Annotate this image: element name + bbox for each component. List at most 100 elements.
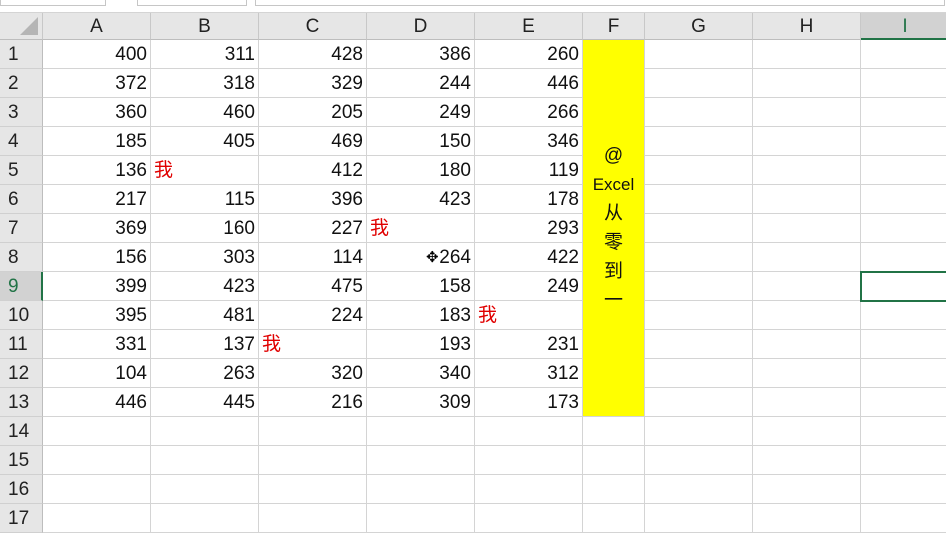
row-header-6[interactable]: 6 xyxy=(0,185,43,214)
cell-D2[interactable]: 244 xyxy=(367,69,475,98)
cell-B2[interactable]: 318 xyxy=(151,69,259,98)
cell-E6[interactable]: 178 xyxy=(475,185,583,214)
cell-D5[interactable]: 180 xyxy=(367,156,475,185)
row-header-15[interactable]: 15 xyxy=(0,446,43,475)
cell-C6[interactable]: 396 xyxy=(259,185,367,214)
cell-A17[interactable] xyxy=(43,504,151,533)
cell-A6[interactable]: 217 xyxy=(43,185,151,214)
cell-F16[interactable] xyxy=(583,475,645,504)
cell-I13[interactable] xyxy=(861,388,946,417)
cell-B14[interactable] xyxy=(151,417,259,446)
row-header-12[interactable]: 12 xyxy=(0,359,43,388)
cell-C3[interactable]: 205 xyxy=(259,98,367,127)
cell-I4[interactable] xyxy=(861,127,946,156)
cell-B8[interactable]: 303 xyxy=(151,243,259,272)
cell-G12[interactable] xyxy=(645,359,753,388)
cell-G3[interactable] xyxy=(645,98,753,127)
cell-H7[interactable] xyxy=(753,214,861,243)
cell-A15[interactable] xyxy=(43,446,151,475)
cell-G10[interactable] xyxy=(645,301,753,330)
row-header-16[interactable]: 16 xyxy=(0,475,43,504)
cell-I3[interactable] xyxy=(861,98,946,127)
cell-I14[interactable] xyxy=(861,417,946,446)
row-header-8[interactable]: 8 xyxy=(0,243,43,272)
cell-C7[interactable]: 227 xyxy=(259,214,367,243)
cell-E9[interactable]: 249 xyxy=(475,272,583,301)
column-header-C[interactable]: C xyxy=(259,13,367,40)
cell-C13[interactable]: 216 xyxy=(259,388,367,417)
cell-E11[interactable]: 231 xyxy=(475,330,583,359)
cell-H17[interactable] xyxy=(753,504,861,533)
cell-B3[interactable]: 460 xyxy=(151,98,259,127)
cell-C14[interactable] xyxy=(259,417,367,446)
cell-B17[interactable] xyxy=(151,504,259,533)
cell-D4[interactable]: 150 xyxy=(367,127,475,156)
cell-G7[interactable] xyxy=(645,214,753,243)
cell-D7[interactable]: 我 xyxy=(367,214,475,243)
cell-D10[interactable]: 183 xyxy=(367,301,475,330)
cell-A12[interactable]: 104 xyxy=(43,359,151,388)
cell-D6[interactable]: 423 xyxy=(367,185,475,214)
cell-A2[interactable]: 372 xyxy=(43,69,151,98)
cell-I11[interactable] xyxy=(861,330,946,359)
cell-I15[interactable] xyxy=(861,446,946,475)
cell-E16[interactable] xyxy=(475,475,583,504)
row-header-13[interactable]: 13 xyxy=(0,388,43,417)
cell-A7[interactable]: 369 xyxy=(43,214,151,243)
cell-B13[interactable]: 445 xyxy=(151,388,259,417)
cell-D16[interactable] xyxy=(367,475,475,504)
cell-A10[interactable]: 395 xyxy=(43,301,151,330)
cell-A14[interactable] xyxy=(43,417,151,446)
cell-G6[interactable] xyxy=(645,185,753,214)
formula-input[interactable] xyxy=(255,0,945,6)
cell-G9[interactable] xyxy=(645,272,753,301)
cell-E14[interactable] xyxy=(475,417,583,446)
cell-C8[interactable]: 114 xyxy=(259,243,367,272)
row-header-3[interactable]: 3 xyxy=(0,98,43,127)
cell-G13[interactable] xyxy=(645,388,753,417)
cell-F17[interactable] xyxy=(583,504,645,533)
cell-E2[interactable]: 446 xyxy=(475,69,583,98)
cell-I17[interactable] xyxy=(861,504,946,533)
cell-G15[interactable] xyxy=(645,446,753,475)
cell-A11[interactable]: 331 xyxy=(43,330,151,359)
cell-B10[interactable]: 481 xyxy=(151,301,259,330)
cell-G17[interactable] xyxy=(645,504,753,533)
cell-D1[interactable]: 386 xyxy=(367,40,475,69)
cell-C12[interactable]: 320 xyxy=(259,359,367,388)
cell-H9[interactable] xyxy=(753,272,861,301)
cell-B11[interactable]: 137 xyxy=(151,330,259,359)
cell-I1[interactable] xyxy=(861,40,946,69)
cell-E1[interactable]: 260 xyxy=(475,40,583,69)
cell-E17[interactable] xyxy=(475,504,583,533)
cell-E12[interactable]: 312 xyxy=(475,359,583,388)
cell-H10[interactable] xyxy=(753,301,861,330)
cell-A3[interactable]: 360 xyxy=(43,98,151,127)
cell-D8[interactable]: 264 xyxy=(367,243,475,272)
column-header-A[interactable]: A xyxy=(43,13,151,40)
cell-H3[interactable] xyxy=(753,98,861,127)
cell-E15[interactable] xyxy=(475,446,583,475)
column-header-H[interactable]: H xyxy=(753,13,861,40)
cell-B5[interactable]: 我 xyxy=(151,156,259,185)
cell-F15[interactable] xyxy=(583,446,645,475)
cell-C1[interactable]: 428 xyxy=(259,40,367,69)
cell-G16[interactable] xyxy=(645,475,753,504)
cell-D9[interactable]: 158 xyxy=(367,272,475,301)
cell-G1[interactable] xyxy=(645,40,753,69)
column-header-B[interactable]: B xyxy=(151,13,259,40)
row-header-5[interactable]: 5 xyxy=(0,156,43,185)
column-header-E[interactable]: E xyxy=(475,13,583,40)
cell-C10[interactable]: 224 xyxy=(259,301,367,330)
cell-H6[interactable] xyxy=(753,185,861,214)
cell-C17[interactable] xyxy=(259,504,367,533)
cell-D11[interactable]: 193 xyxy=(367,330,475,359)
cell-I10[interactable] xyxy=(861,301,946,330)
cell-A1[interactable]: 400 xyxy=(43,40,151,69)
cell-C15[interactable] xyxy=(259,446,367,475)
cell-D15[interactable] xyxy=(367,446,475,475)
cell-I5[interactable] xyxy=(861,156,946,185)
cell-H11[interactable] xyxy=(753,330,861,359)
cell-A9[interactable]: 399 xyxy=(43,272,151,301)
column-header-F[interactable]: F xyxy=(583,13,645,40)
